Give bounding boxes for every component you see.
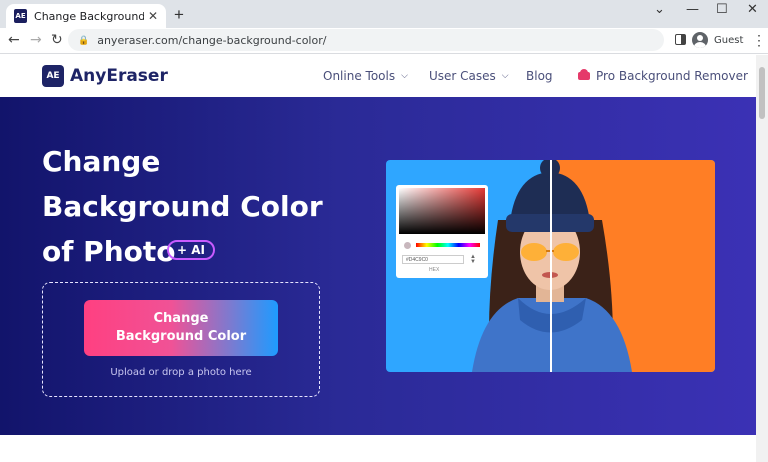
nav-pro-background-remover[interactable]: Pro Background Remover [578,69,748,83]
browser-tab[interactable]: AE Change Background Color Online ✕ [6,4,166,28]
browser-tab-strip: AE Change Background Color Online ✕ + ⌄ … [0,0,768,28]
drop-hint: Upload or drop a photo here [110,367,252,378]
tab-search-icon[interactable]: ⌄ [654,2,665,17]
nav-blog[interactable]: Blog [526,69,553,83]
chevron-down-icon: ⌵ [401,71,408,81]
back-icon[interactable]: ← [8,32,20,48]
close-window-icon[interactable]: ✕ [747,2,758,17]
favicon-icon: AE [14,9,28,23]
ai-badge: + AI [167,240,215,260]
crown-icon [578,69,590,80]
color-swatch [404,242,411,249]
nav-blog-label: Blog [526,69,553,83]
cta-line-2: Background Color [115,329,247,344]
scrollbar-thumb[interactable] [759,67,765,119]
logo-text: AnyEraser [70,66,168,86]
menu-kebab-icon[interactable]: ⋮ [752,32,766,49]
nav-online-tools[interactable]: Online Tools ⌵ [323,69,408,83]
avatar-icon [692,32,708,48]
saturation-area[interactable] [399,188,485,234]
page-scrollbar[interactable] [756,55,768,462]
nav-user-cases[interactable]: User Cases ⌵ [429,69,509,83]
url-text: anyeraser.com/change-background-color/ [97,33,327,47]
title-line-2: Background Color [42,190,323,223]
chevron-down-icon: ⌵ [501,71,509,81]
url-bar[interactable]: 🔒 anyeraser.com/change-background-color/ [68,29,664,51]
maximize-icon[interactable]: ☐ [716,2,728,17]
tab-title: Change Background Color Online [34,9,144,23]
color-picker-panel[interactable]: #D4C9C0 ▲ ▼ HEX [396,185,488,278]
profile-button[interactable]: Guest [692,30,743,50]
profile-label: Guest [714,34,744,46]
address-toolbar: ← → ↻ 🔒 anyeraser.com/change-background-… [0,28,768,54]
lock-icon: 🔒 [78,34,90,45]
cta-line-1: Change [153,311,209,326]
nav-pro-label: Pro Background Remover [596,69,748,83]
reload-icon[interactable]: ↻ [51,32,63,48]
logo-mark-icon: AE [42,65,64,87]
hero-section: Change Background Color of Photo + AI Ch… [0,97,756,435]
upload-dropzone[interactable]: Change Background Color Upload or drop a… [42,282,320,397]
hex-stepper-icon[interactable]: ▲ ▼ [470,254,476,265]
site-header: AE AnyEraser Online Tools ⌵ User Cases ⌵… [0,55,756,97]
title-line-1: Change [42,145,161,178]
hue-slider[interactable] [416,243,480,247]
side-panel-icon[interactable] [675,34,686,45]
nav-online-tools-label: Online Tools [323,69,396,83]
minimize-icon[interactable]: — [686,2,699,17]
nav-user-cases-label: User Cases [429,69,496,83]
close-tab-icon[interactable]: ✕ [148,9,158,23]
change-background-color-button[interactable]: Change Background Color [84,300,278,356]
forward-icon[interactable]: → [30,32,42,48]
hex-input[interactable]: #D4C9C0 [402,255,464,264]
logo[interactable]: AE AnyEraser [42,65,168,87]
hex-label: HEX [429,267,440,273]
new-tab-icon[interactable]: + [174,6,184,23]
demo-image: #D4C9C0 ▲ ▼ HEX [386,160,715,372]
comparison-divider[interactable] [550,160,552,372]
